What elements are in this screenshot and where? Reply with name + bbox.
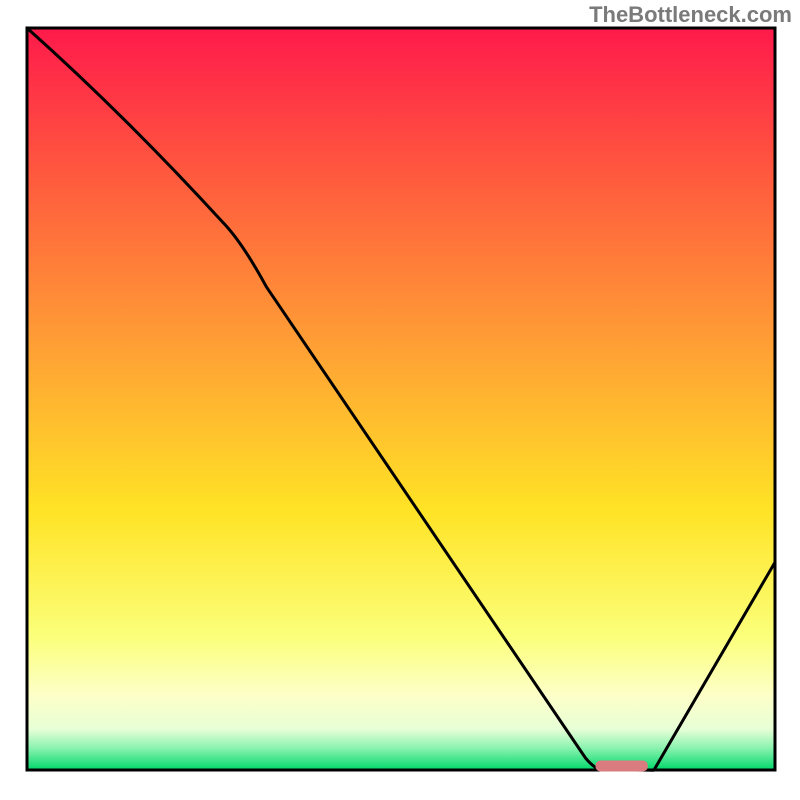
optimum-marker: [595, 761, 647, 772]
chart-container: TheBottleneck.com: [0, 0, 800, 800]
bottleneck-chart: [0, 0, 800, 800]
plot-background: [27, 28, 775, 770]
watermark-text: TheBottleneck.com: [589, 2, 792, 28]
